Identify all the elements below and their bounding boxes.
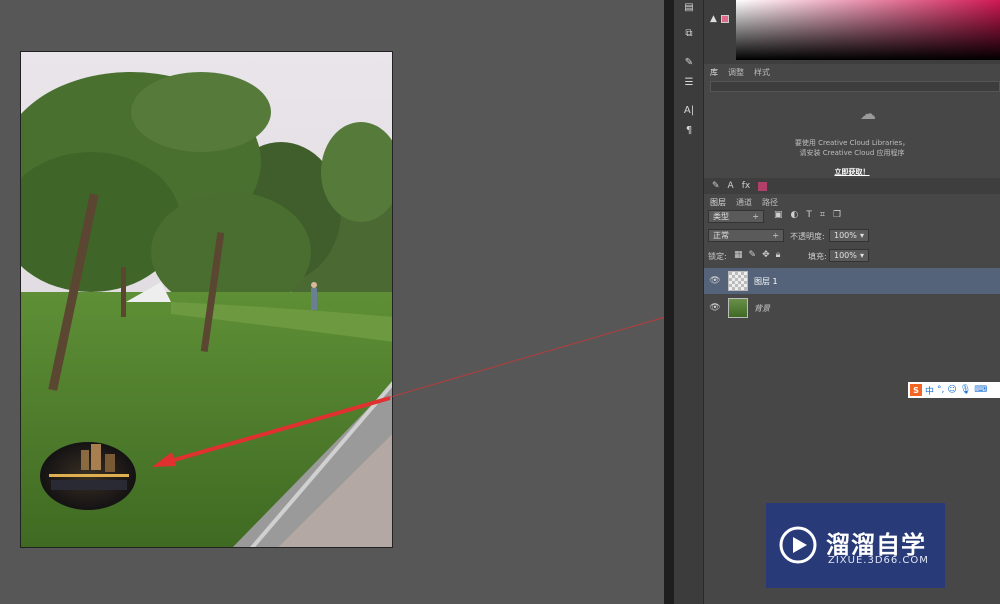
layer-thumbnail [728, 271, 748, 291]
visibility-eye-icon[interactable]: 👁︎ [708, 276, 722, 286]
lock-all-icon[interactable]: 🔒︎ [776, 250, 781, 260]
opacity-value: 100% [834, 231, 857, 240]
lock-transparent-icon[interactable]: ▦ [734, 250, 743, 260]
color-panel: ▲ [704, 0, 1000, 64]
clone-source-icon[interactable]: ⧉ [680, 26, 698, 40]
microphone-icon[interactable]: 🎙︎ [960, 385, 971, 395]
tab-adjustments[interactable]: 调整 [728, 67, 744, 78]
tab-paths[interactable]: 路径 [762, 197, 778, 208]
brush-preset-icon[interactable]: ✎ [680, 55, 698, 69]
punctuation-icon[interactable]: °, [937, 385, 944, 395]
keyboard-icon[interactable]: ⌨ [974, 385, 987, 395]
shape-filter-icon[interactable]: ⌗ [820, 210, 825, 220]
opacity-label: 不透明度: [790, 232, 825, 241]
fill-label: 填充: [808, 252, 827, 261]
cloud-icon: ☁ [860, 104, 876, 123]
library-select[interactable] [710, 81, 1000, 92]
warning-icon: ▲ [710, 14, 717, 24]
visibility-eye-icon[interactable]: 👁︎ [708, 303, 722, 313]
blend-mode-dropdown[interactable]: 正常 ÷ [708, 229, 784, 242]
lock-position-icon[interactable]: ✥ [762, 250, 770, 260]
filter-icons: ▣ ◐ T ⌗ ❐ [774, 210, 841, 220]
library-tabs: 库 调整 样式 [710, 65, 770, 79]
play-logo-icon [779, 526, 817, 564]
foreground-swatch[interactable] [721, 15, 729, 23]
chevron-down-icon: ▾ [859, 251, 864, 260]
tab-channels[interactable]: 通道 [736, 197, 752, 208]
tab-layers[interactable]: 图层 [710, 197, 726, 208]
layer-row-background[interactable]: 👁︎ 背景 [704, 295, 1000, 321]
adjust-sliders-icon[interactable]: ☰ [680, 75, 698, 89]
layer-filter-dropdown[interactable]: 类型 ÷ [708, 210, 764, 223]
filter-label: 类型 [713, 212, 729, 221]
paragraph-icon[interactable]: ¶ [680, 123, 698, 137]
pixel-filter-icon[interactable]: ▣ [774, 210, 783, 220]
watermark-url: ZIXUE.3D66.COM [828, 555, 929, 566]
library-message-2: 请安装 Creative Cloud 应用程序 [799, 149, 905, 157]
color-swatch[interactable] [758, 181, 768, 191]
opacity-field[interactable]: 100% ▾ [829, 229, 869, 242]
layers-tabs: 图层 通道 路径 [710, 195, 778, 209]
chevron-down-icon: ÷ [772, 231, 779, 240]
watermark-badge: 溜溜自学 ZIXUE.3D66.COM [766, 503, 945, 588]
blend-mode-value: 正常 [713, 231, 729, 240]
chevron-down-icon: ▾ [859, 231, 864, 240]
color-spectrum[interactable] [736, 0, 1000, 60]
fx-icon[interactable]: fx [742, 181, 751, 191]
text-icon[interactable]: A [728, 181, 734, 191]
fill-field[interactable]: 100% ▾ [829, 249, 869, 262]
brush-icon[interactable]: ✎ [712, 181, 720, 191]
lock-label: 锁定: [708, 252, 727, 261]
type-filter-icon[interactable]: T [806, 210, 812, 220]
get-now-link[interactable]: 立即获取！ [704, 167, 1000, 177]
lock-image-icon[interactable]: ✎ [749, 250, 757, 260]
lock-icons: ▦ ✎ ✥ 🔒︎ [734, 250, 780, 260]
library-message-1: 要使用 Creative Cloud Libraries， [794, 139, 910, 147]
emoji-icon[interactable]: ☺ [947, 385, 956, 395]
library-toolbar: ✎ A fx [704, 178, 1000, 194]
ime-mode[interactable]: 中 [925, 384, 934, 397]
info-icon[interactable]: ▤ [680, 0, 698, 14]
layer-name[interactable]: 背景 [754, 303, 770, 314]
tab-styles[interactable]: 样式 [754, 67, 770, 78]
sogou-logo-icon: S [910, 384, 922, 396]
layer-row-layer1[interactable]: 👁︎ 图层 1 [704, 268, 1000, 294]
ime-toolbar[interactable]: S 中 °, ☺ 🎙︎ ⌨ [908, 382, 1000, 398]
tool-strip: ▤ ⧉ ✎ ☰ A| ¶ [674, 0, 704, 604]
fill-value: 100% [834, 251, 857, 260]
character-icon[interactable]: A| [680, 103, 698, 117]
layer-name[interactable]: 图层 1 [754, 276, 778, 287]
panel-divider [664, 0, 674, 604]
layer-thumbnail [728, 298, 748, 318]
tab-library[interactable]: 库 [710, 67, 718, 78]
adjustment-filter-icon[interactable]: ◐ [791, 210, 799, 220]
chevron-down-icon: ÷ [752, 212, 759, 221]
smart-object-filter-icon[interactable]: ❐ [833, 210, 841, 220]
